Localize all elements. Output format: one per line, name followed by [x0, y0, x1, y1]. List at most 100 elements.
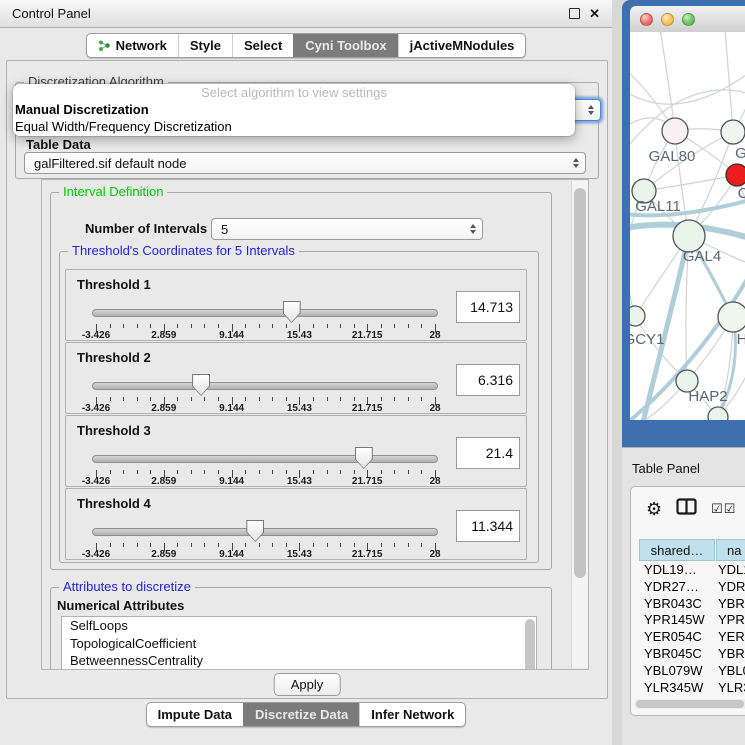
traffic-light-minimize-icon[interactable]	[661, 13, 674, 26]
slider-tick	[177, 470, 178, 474]
slider-tick	[340, 397, 341, 401]
table-hscrollbar-thumb[interactable]	[636, 700, 744, 708]
slider-tick-label: 9.144	[219, 403, 244, 414]
slider-tick	[286, 543, 287, 547]
attribute-list-item[interactable]: SelfLoops	[62, 617, 536, 635]
slider-tick	[394, 543, 395, 547]
attributes-group-title: Attributes to discretize	[59, 579, 195, 594]
slider-tick	[204, 324, 205, 328]
slider-tick	[286, 470, 287, 474]
table-cell-shared-name: YBR045C	[644, 646, 702, 661]
tab-discretize-data[interactable]: Discretize Data	[243, 703, 359, 726]
settings-scroll-viewport: Interval Definition Number of Intervals …	[41, 179, 589, 670]
threshold-slider-thumb[interactable]	[246, 520, 264, 542]
slider-tick	[123, 470, 124, 474]
network-icon	[98, 39, 111, 52]
threshold-value-field[interactable]: 11.344	[456, 510, 520, 542]
slider-tick	[218, 324, 219, 328]
network-window-titlebar	[630, 6, 745, 33]
slider-tick	[137, 397, 138, 401]
close-icon[interactable]: ✕	[589, 7, 600, 20]
network-edge[interactable]	[725, 32, 733, 132]
threshold-value-field[interactable]: 14.713	[456, 291, 520, 323]
checkbox-icons[interactable]: ☑☑	[711, 501, 736, 517]
threshold-slider-thumb[interactable]	[283, 301, 301, 323]
attribute-list-item[interactable]: BetweennessCentrality	[62, 652, 536, 670]
tab-cyni-toolbox[interactable]: Cyni Toolbox	[293, 34, 397, 57]
network-canvas[interactable]: GAL80GACGAL11GAL4GCY1HHAP2	[630, 32, 745, 420]
network-node[interactable]	[726, 164, 745, 186]
slider-tick	[272, 324, 273, 328]
table-header-name[interactable]: na	[716, 539, 745, 561]
tab-impute-data[interactable]: Impute Data	[147, 703, 243, 726]
network-edge[interactable]	[660, 32, 675, 131]
traffic-light-close-icon[interactable]	[640, 13, 653, 26]
slider-tick	[177, 397, 178, 401]
table-row[interactable]: YER054CYER0	[631, 629, 745, 646]
float-window-icon[interactable]	[569, 8, 580, 19]
popup-item-equal-width-frequency-discretization[interactable]: Equal Width/Frequency Discretization	[13, 118, 575, 135]
table-row[interactable]: YLR345WYLR3	[631, 680, 745, 697]
network-node-label: H	[737, 331, 745, 348]
threshold-value-field[interactable]: 6.316	[456, 364, 520, 396]
tab-label: Network	[116, 38, 167, 53]
table-row[interactable]: YBR043CYBR0	[631, 596, 745, 613]
slider-tick	[123, 324, 124, 328]
tab-style[interactable]: Style	[178, 34, 232, 57]
table-row[interactable]: YBL079WYBL0	[631, 663, 745, 680]
network-edge[interactable]	[630, 72, 745, 104]
slider-tick	[245, 543, 246, 547]
table-row[interactable]: YBR045CYBR0	[631, 646, 745, 663]
slider-tick	[218, 470, 219, 474]
threshold-slider-track[interactable]	[92, 382, 438, 390]
slider-tick	[218, 397, 219, 401]
settings-scrollbar-track[interactable]	[571, 181, 588, 668]
table-cell-shared-name: YLR345W	[644, 680, 703, 695]
network-edge[interactable]	[689, 132, 733, 236]
tab-infer-network[interactable]: Infer Network	[359, 703, 465, 726]
apply-button[interactable]: Apply	[274, 673, 341, 696]
slider-tick	[137, 543, 138, 547]
tab-network[interactable]: Network	[87, 34, 178, 57]
table-data-combobox[interactable]: galFiltered.sif default node	[24, 152, 586, 174]
gear-icon[interactable]: ⚙	[646, 500, 662, 518]
traffic-light-zoom-icon[interactable]	[682, 13, 695, 26]
threshold-value-field[interactable]: 21.4	[456, 437, 520, 469]
network-node[interactable]	[718, 302, 745, 332]
network-node[interactable]	[721, 120, 745, 144]
network-node-label: GAL80	[649, 148, 696, 165]
threshold-slider-track[interactable]	[92, 455, 438, 463]
settings-scrollbar-thumb[interactable]	[574, 188, 586, 578]
popup-item-manual-discretization[interactable]: Manual Discretization	[13, 101, 575, 118]
columns-icon[interactable]	[676, 498, 697, 520]
threshold-slider-thumb[interactable]	[355, 447, 373, 469]
network-node[interactable]	[662, 118, 688, 144]
threshold-slider-thumb[interactable]	[192, 374, 210, 396]
table-header-shared[interactable]: shared…	[639, 539, 715, 561]
table-row[interactable]: YPR145WYPR1	[631, 612, 745, 629]
number-of-intervals-combobox[interactable]: 5	[211, 218, 483, 240]
threshold-slider-track[interactable]	[92, 309, 438, 317]
slider-tick-label: 9.144	[219, 549, 244, 560]
tab-jactivemnodules[interactable]: jActiveMNodules	[398, 34, 526, 57]
apply-button-label: Apply	[291, 677, 324, 692]
table-hscrollbar-track[interactable]	[634, 699, 745, 709]
attributes-list-scrollbar[interactable]	[525, 619, 535, 670]
numerical-attributes-list[interactable]: SelfLoopsTopologicalCoefficientBetweenne…	[61, 616, 537, 670]
table-rows: YDL19…YDL1YDR27…YDR2YBR043CYBR0YPR145WYP…	[631, 562, 745, 701]
attribute-list-item[interactable]: TopologicalCoefficient	[62, 635, 536, 653]
network-node[interactable]	[630, 306, 645, 326]
tab-select[interactable]: Select	[232, 34, 293, 57]
network-edge[interactable]	[644, 175, 737, 191]
network-node-label: GAL11	[635, 198, 681, 215]
slider-tick-label: -3.426	[82, 476, 110, 487]
slider-tick	[204, 543, 205, 547]
slider-tick	[394, 397, 395, 401]
slider-tick-label: 21.715	[352, 330, 383, 341]
table-row[interactable]: YDR27…YDR2	[631, 579, 745, 596]
tab-label: Impute Data	[158, 707, 232, 722]
table-row[interactable]: YDL19…YDL1	[631, 562, 745, 579]
threshold-panel-3: Threshold 3-3.4262.8599.14415.4321.71528…	[65, 415, 527, 487]
threshold-slider-track[interactable]	[92, 528, 438, 536]
thresholds-group: Threshold's Coordinates for 5 Intervals …	[59, 251, 539, 563]
